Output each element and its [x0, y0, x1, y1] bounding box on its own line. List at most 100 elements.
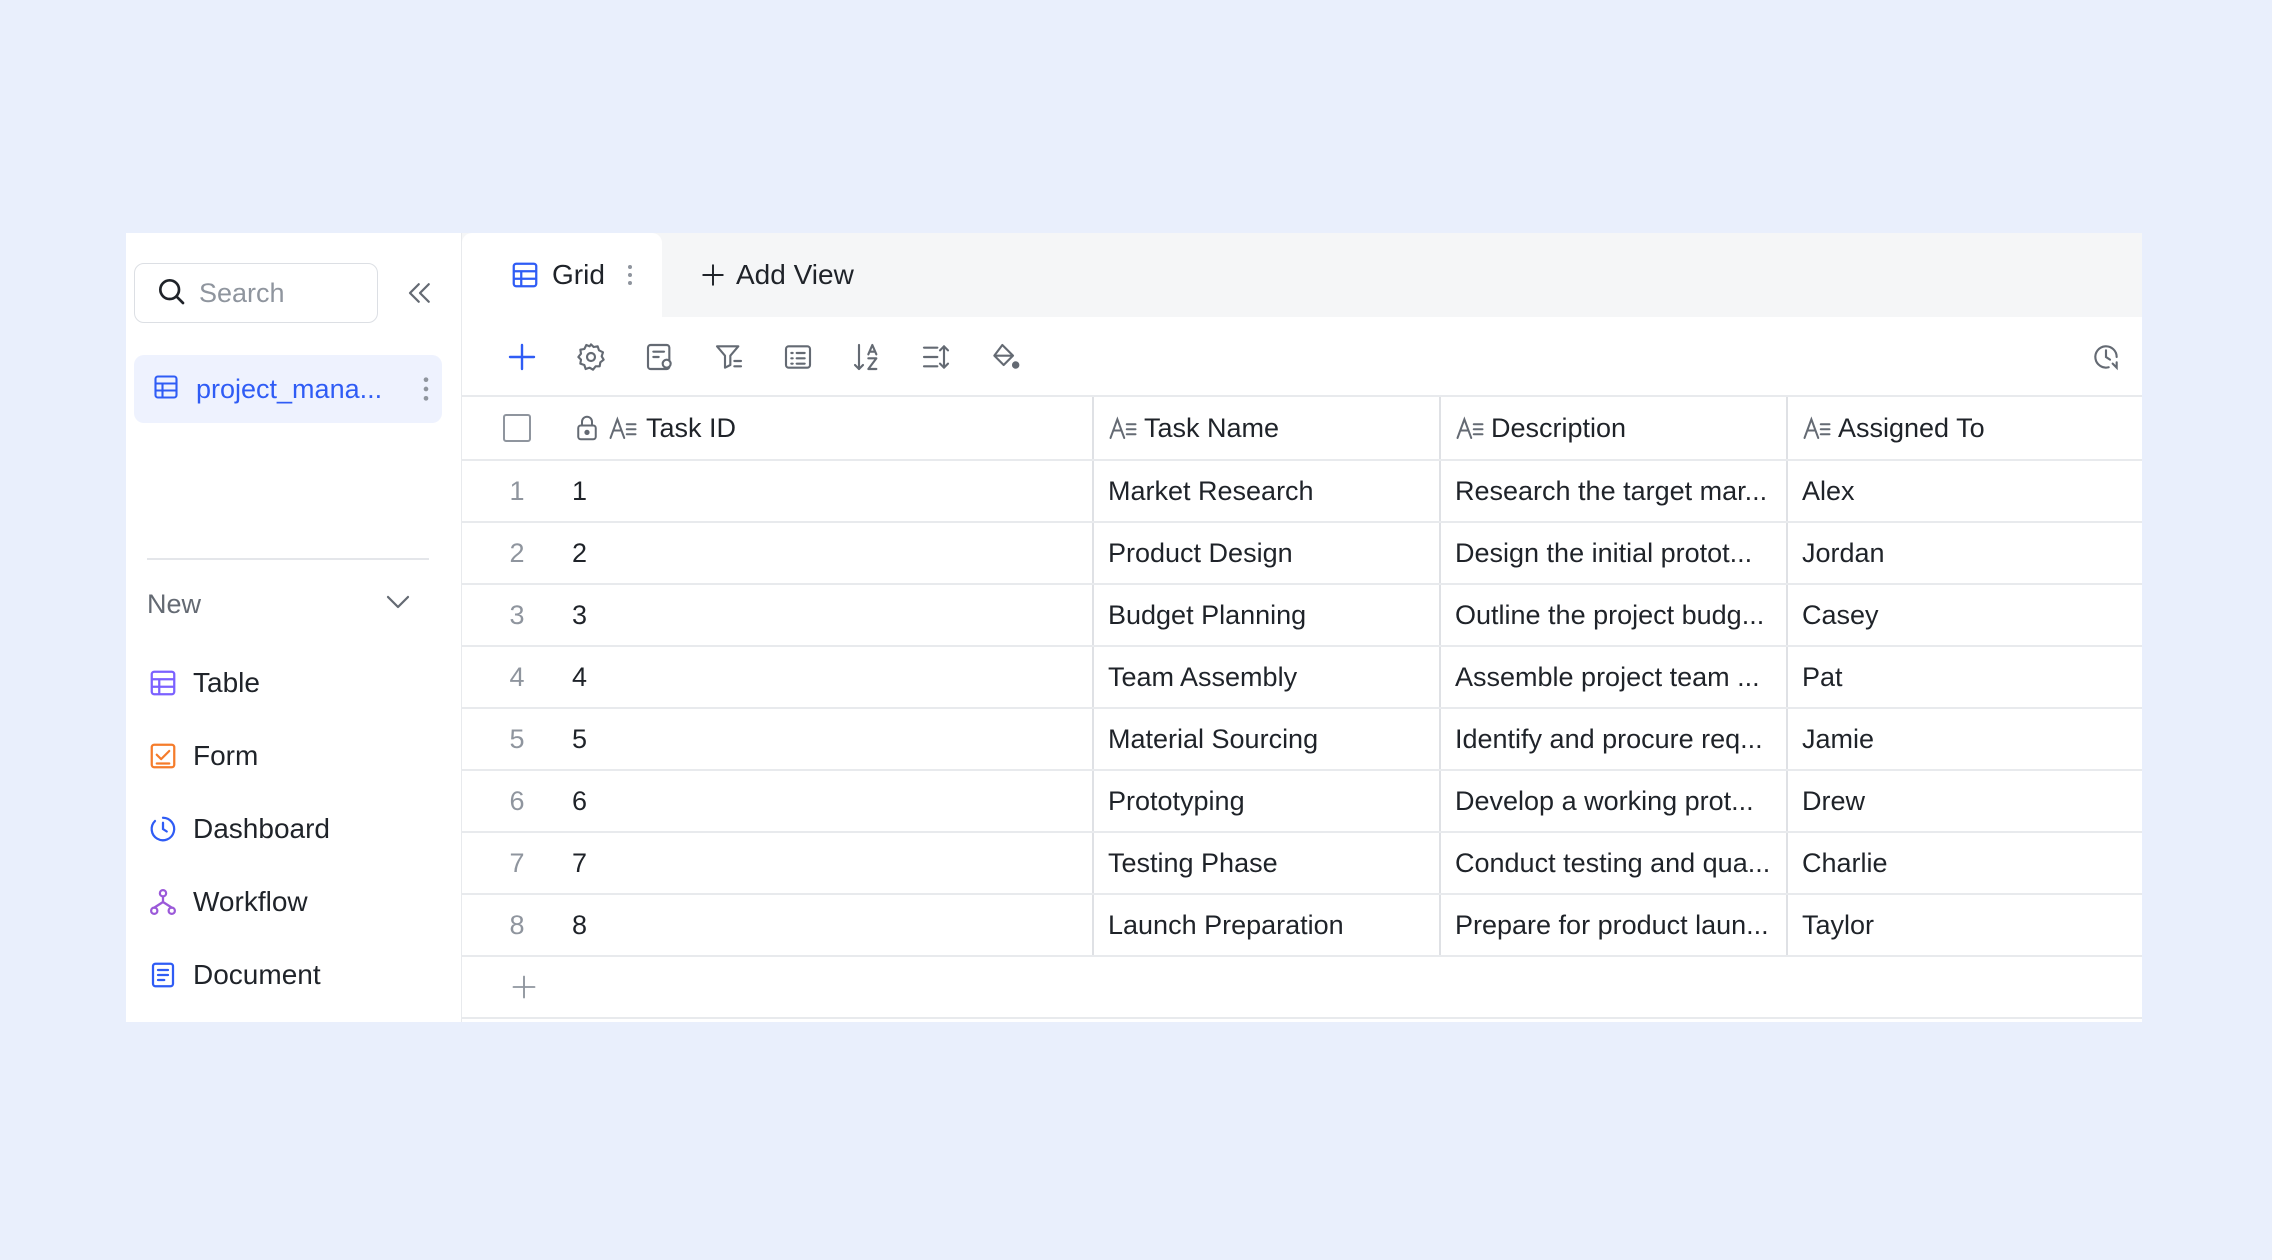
grid-header-row: Task ID Task Name Description Assigned T… [462, 395, 2142, 461]
document-icon [147, 959, 179, 991]
assigned-to-cell[interactable]: Alex [1788, 461, 2142, 521]
column-header-assigned-to[interactable]: Assigned To [1788, 397, 2142, 459]
sidebar: project_mana... New Table [126, 233, 462, 1022]
new-section-toggle[interactable]: New [147, 581, 429, 627]
new-form-item[interactable]: Form [147, 719, 437, 792]
search-input[interactable] [199, 277, 369, 309]
row-height-icon [922, 345, 950, 369]
text-field-icon [1455, 413, 1485, 443]
add-view-button[interactable]: Add View [700, 233, 854, 317]
column-title: Task ID [646, 412, 737, 443]
description-cell[interactable]: Research the target mar... [1441, 461, 1788, 521]
row-index-cell: 1 [509, 475, 525, 506]
table-row[interactable]: 7 7 Testing Phase Conduct testing and qua..… [462, 833, 2142, 895]
task-name-cell[interactable]: Launch Preparation [1094, 895, 1441, 955]
row-index-cell: 6 [509, 785, 525, 816]
group-button[interactable] [780, 339, 816, 375]
search-box[interactable] [134, 263, 378, 323]
history-button[interactable] [2088, 339, 2124, 375]
new-document-item[interactable]: Document [147, 938, 437, 1011]
add-row-button[interactable] [462, 957, 2142, 1019]
new-items-list: Table Form Dashboard Workflow Document [147, 646, 437, 1011]
row-index-cell: 8 [509, 909, 525, 940]
task-id-cell[interactable]: 3 [572, 585, 1094, 645]
task-id-cell[interactable]: 4 [572, 647, 1094, 707]
column-title: Assigned To [1838, 412, 1985, 443]
task-id-cell[interactable]: 5 [572, 709, 1094, 769]
table-row[interactable]: 8 8 Launch Preparation Prepare for product … [462, 895, 2142, 957]
table-row[interactable]: 3 3 Budget Planning Outline the project bud… [462, 585, 2142, 647]
task-name-cell[interactable]: Market Research [1094, 461, 1441, 521]
assigned-to-cell[interactable]: Jamie [1788, 709, 2142, 769]
assigned-to-cell[interactable]: Charlie [1788, 833, 2142, 893]
task-id-cell[interactable]: 1 [572, 461, 1094, 521]
tab-grid[interactable]: Grid [462, 233, 662, 317]
new-item-label: Dashboard [193, 812, 330, 844]
description-cell[interactable]: Identify and procure req... [1441, 709, 1788, 769]
assigned-to-cell[interactable]: Pat [1788, 647, 2142, 707]
chevron-down-icon [383, 587, 429, 622]
assigned-to-cell[interactable]: Taylor [1788, 895, 2142, 955]
task-name-cell[interactable]: Testing Phase [1094, 833, 1441, 893]
description-cell[interactable]: Design the initial protot... [1441, 523, 1788, 583]
settings-button[interactable] [573, 339, 609, 375]
dashboard-icon [147, 813, 179, 845]
grid-body: 1 1 Market Research Research the target mar… [462, 461, 2142, 957]
sidebar-table-item[interactable]: project_mana... [134, 355, 442, 423]
table-row[interactable]: 5 5 Material Sourcing Identify and procure … [462, 709, 2142, 771]
more-vertical-icon[interactable] [627, 263, 633, 287]
column-title: Description [1491, 412, 1627, 443]
description-cell[interactable]: Develop a working prot... [1441, 771, 1788, 831]
collapse-sidebar-button[interactable] [402, 277, 438, 313]
filter-button[interactable] [711, 339, 747, 375]
add-record-button[interactable] [504, 339, 540, 375]
assigned-to-cell[interactable]: Drew [1788, 771, 2142, 831]
table-row[interactable]: 4 4 Team Assembly Assemble project team ...… [462, 647, 2142, 709]
task-name-cell[interactable]: Product Design [1094, 523, 1441, 583]
table-row[interactable]: 2 2 Product Design Design the initial proto… [462, 523, 2142, 585]
add-icon [508, 343, 536, 371]
table-row[interactable]: 6 6 Prototyping Develop a working prot... Dr… [462, 771, 2142, 833]
sidebar-divider [147, 558, 429, 560]
task-name-cell[interactable]: Budget Planning [1094, 585, 1441, 645]
task-id-cell[interactable]: 6 [572, 771, 1094, 831]
description-cell[interactable]: Prepare for product laun... [1441, 895, 1788, 955]
description-cell[interactable]: Assemble project team ... [1441, 647, 1788, 707]
column-header-task-id[interactable]: Task ID [572, 397, 1094, 459]
new-workflow-item[interactable]: Workflow [147, 865, 437, 938]
row-height-button[interactable] [918, 339, 954, 375]
form-icon [147, 740, 179, 772]
new-item-label: Document [193, 958, 321, 990]
new-dashboard-item[interactable]: Dashboard [147, 792, 437, 865]
description-cell[interactable]: Conduct testing and qua... [1441, 833, 1788, 893]
double-chevron-left-icon [405, 278, 435, 313]
new-section-label: New [147, 588, 202, 619]
task-id-cell[interactable]: 2 [572, 523, 1094, 583]
new-table-item[interactable]: Table [147, 646, 437, 719]
sort-button[interactable] [849, 339, 885, 375]
field-config-button[interactable] [642, 339, 678, 375]
select-all-checkbox[interactable] [503, 414, 531, 442]
new-item-label: Table [193, 666, 260, 698]
more-vertical-icon[interactable] [416, 371, 436, 407]
task-name-cell[interactable]: Team Assembly [1094, 647, 1441, 707]
column-header-task-name[interactable]: Task Name [1094, 397, 1441, 459]
fill-color-button[interactable] [987, 339, 1023, 375]
column-header-description[interactable]: Description [1441, 397, 1788, 459]
task-id-cell[interactable]: 8 [572, 895, 1094, 955]
task-name-cell[interactable]: Prototyping [1094, 771, 1441, 831]
grid-table-icon [152, 373, 180, 406]
description-cell[interactable]: Outline the project budg... [1441, 585, 1788, 645]
task-id-cell[interactable]: 7 [572, 833, 1094, 893]
settings-icon [577, 343, 605, 371]
assigned-to-cell[interactable]: Casey [1788, 585, 2142, 645]
row-index-cell: 5 [509, 723, 525, 754]
table-row[interactable]: 1 1 Market Research Research the target mar… [462, 461, 2142, 523]
search-icon [155, 275, 187, 312]
field-config-icon [646, 343, 672, 371]
app-window: project_mana... New Table [126, 233, 2142, 1022]
assigned-to-cell[interactable]: Jordan [1788, 523, 2142, 583]
data-grid: Task ID Task Name Description Assigned T… [462, 395, 2142, 1019]
add-view-label: Add View [736, 259, 854, 290]
task-name-cell[interactable]: Material Sourcing [1094, 709, 1441, 769]
